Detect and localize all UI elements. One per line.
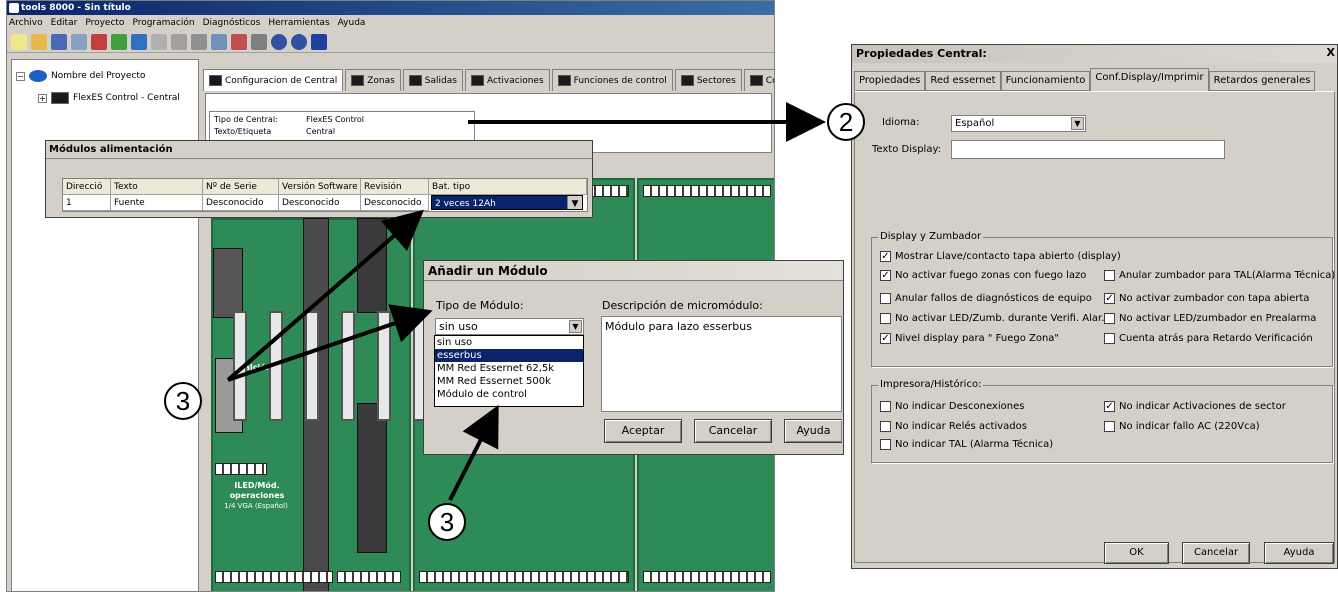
callout-3-left: 3 bbox=[164, 382, 202, 420]
arrow-to-battery-type bbox=[226, 209, 425, 382]
arrow-to-dropdown bbox=[448, 404, 499, 501]
annotation-arrows bbox=[226, 102, 826, 501]
callout-3-bottom: 3 bbox=[428, 503, 466, 541]
callout-2: 2 bbox=[827, 103, 865, 141]
arrow-to-module-type bbox=[227, 304, 433, 382]
